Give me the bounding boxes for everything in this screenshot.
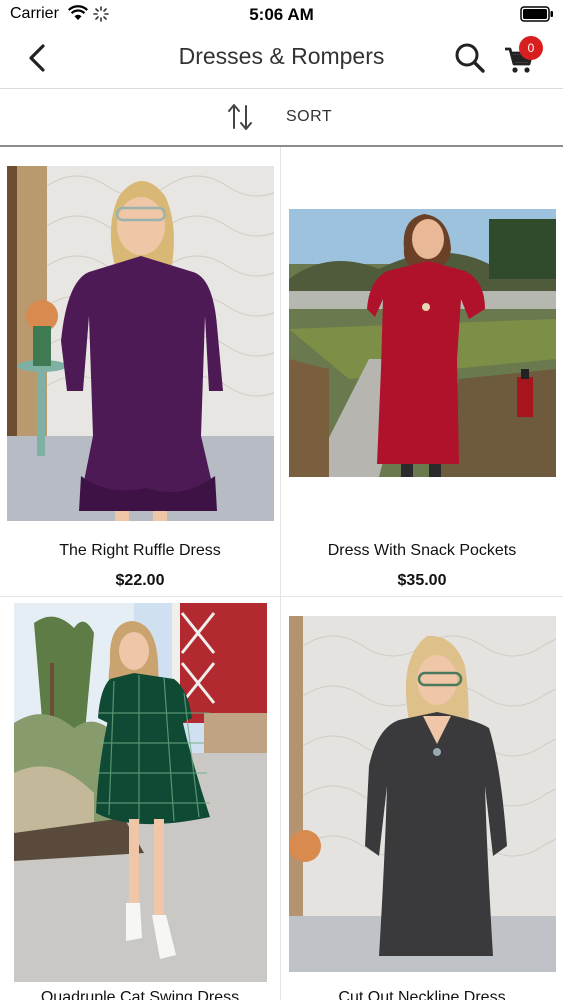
- product-name: The Right Ruffle Dress: [59, 542, 221, 559]
- product-name: Quadruple Cat Swing Dress: [40, 989, 240, 1000]
- cart-button[interactable]: 0: [500, 36, 550, 80]
- search-button[interactable]: [451, 40, 489, 76]
- search-icon: [455, 43, 485, 73]
- product-price: $22.00: [115, 572, 165, 589]
- product-grid: The Right Ruffle Dress $22.00 Dress With…: [0, 147, 563, 1000]
- battery-icon: [520, 6, 553, 22]
- sort-label: SORT: [286, 108, 333, 125]
- cart-count-badge: 0: [519, 36, 543, 60]
- product-image[interactable]: [14, 603, 267, 982]
- product-image[interactable]: [289, 209, 556, 477]
- product-name: Cut Out Neckline Dress: [338, 989, 506, 1000]
- sort-button[interactable]: SORT: [226, 101, 332, 133]
- status-bar: Carrier 5:06 AM: [0, 0, 563, 30]
- status-time: 5:06 AM: [249, 5, 314, 24]
- product-card[interactable]: Cut Out Neckline Dress: [281, 597, 563, 1000]
- product-image[interactable]: [289, 616, 556, 972]
- product-name: Dress With Snack Pockets: [327, 542, 517, 559]
- nav-bar: Dresses & Rompers 0: [0, 30, 563, 89]
- product-image[interactable]: [7, 166, 274, 521]
- product-card[interactable]: Quadruple Cat Swing Dress: [0, 597, 281, 1000]
- product-price: $35.00: [397, 572, 447, 589]
- sort-arrows-icon: [228, 104, 252, 130]
- product-card[interactable]: The Right Ruffle Dress $22.00: [0, 147, 281, 597]
- sort-bar: SORT: [0, 89, 563, 147]
- product-card[interactable]: Dress With Snack Pockets $35.00: [281, 147, 563, 597]
